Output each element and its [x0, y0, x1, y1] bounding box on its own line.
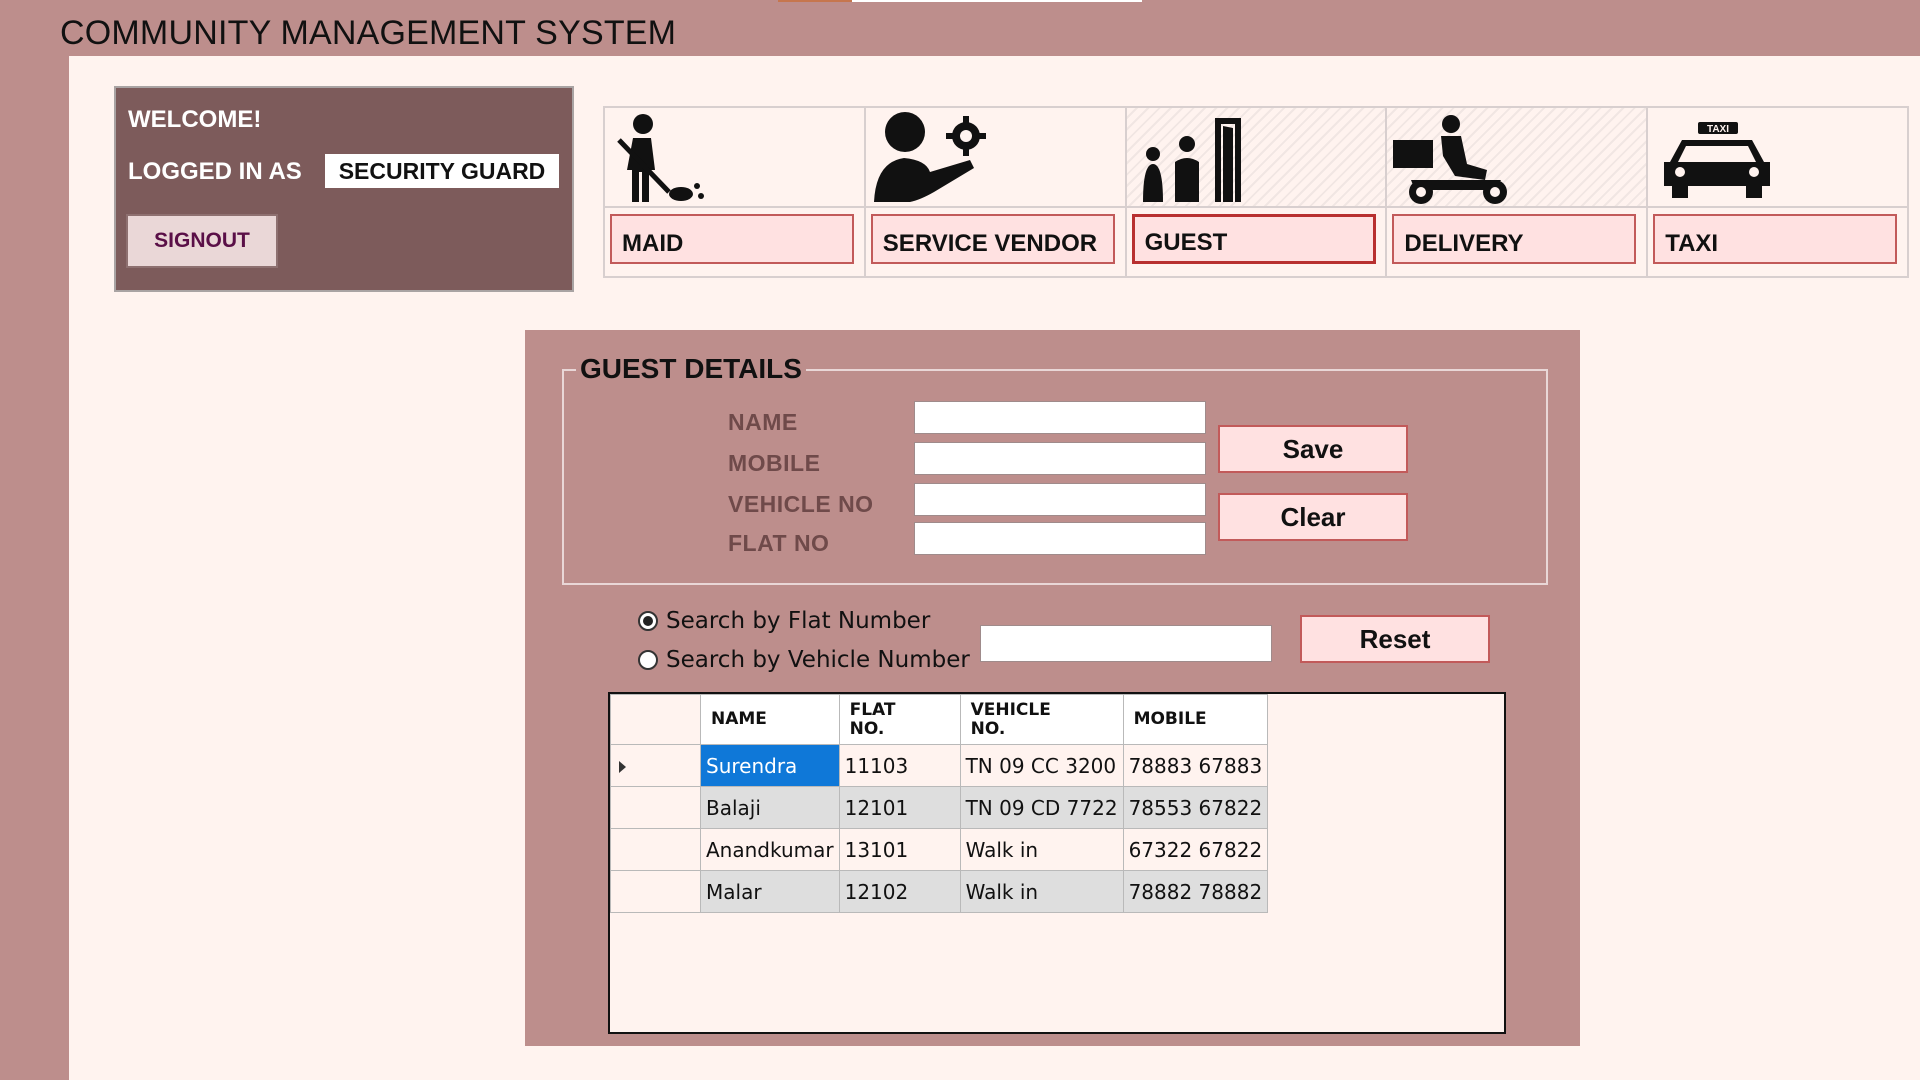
cell-name[interactable]: Surendra: [700, 744, 840, 787]
role-badge: SECURITY GUARD: [325, 154, 559, 188]
top-tab-accent: [778, 0, 852, 2]
category-card-guest: GUEST: [1126, 108, 1388, 276]
col-vehicle-label-1: VEHICLE: [970, 699, 1051, 720]
table-row[interactable]: Surendra 11103 TN 09 CC 3200 78883 67883: [610, 744, 1269, 787]
welcome-panel: WELCOME! LOGGED IN AS SECURITY GUARD SIG…: [114, 86, 574, 292]
app-title: COMMUNITY MANAGEMENT SYSTEM: [60, 14, 677, 52]
cell-mobile[interactable]: 78882 78882: [1122, 870, 1269, 913]
clear-button[interactable]: Clear: [1218, 493, 1408, 541]
signout-button[interactable]: SIGNOUT: [126, 214, 278, 268]
cell-vehicle[interactable]: TN 09 CC 3200: [959, 744, 1124, 787]
row-header[interactable]: [610, 828, 701, 871]
col-header-name[interactable]: NAME: [700, 694, 840, 745]
svg-text:TAXI: TAXI: [1707, 124, 1729, 135]
cell-vehicle[interactable]: TN 09 CD 7722: [959, 786, 1124, 829]
top-tab-highlight: [852, 0, 1142, 2]
table-row[interactable]: Malar 12102 Walk in 78882 78882: [610, 870, 1269, 913]
maid-icon: [617, 114, 704, 202]
cell-name[interactable]: Malar: [700, 870, 840, 913]
name-input[interactable]: [914, 401, 1206, 434]
guest-icon-area: [1126, 108, 1386, 208]
guest-icon: [1142, 118, 1241, 202]
row-header[interactable]: [610, 870, 701, 913]
cell-mobile[interactable]: 67322 67822: [1122, 828, 1269, 871]
current-row-arrow-icon: [619, 760, 626, 773]
table-row[interactable]: Anandkumar 13101 Walk in 67322 67822: [610, 828, 1269, 871]
category-card-delivery: DELIVERY: [1387, 108, 1649, 276]
cell-flat[interactable]: 12101: [838, 786, 961, 829]
delivery-icon-area: [1387, 108, 1647, 208]
col-mobile-label: MOBILE: [1133, 709, 1207, 729]
cell-flat[interactable]: 13101: [838, 828, 961, 871]
title-bar: COMMUNITY MANAGEMENT SYSTEM: [0, 0, 1920, 56]
search-by-vehicle-option[interactable]: Search by Vehicle Number: [638, 647, 970, 673]
col-flat-label-1: FLAT: [849, 699, 896, 720]
search-by-vehicle-radio[interactable]: [638, 650, 658, 670]
col-header-vehicle[interactable]: VEHICLE NO.: [959, 694, 1124, 745]
cell-mobile[interactable]: 78553 67822: [1122, 786, 1269, 829]
category-button-maid[interactable]: MAID: [610, 214, 854, 264]
guest-grid[interactable]: NAME FLAT NO. VEHICLE NO. MOBILE Surendra …: [608, 692, 1506, 1034]
guest-details-group: GUEST DETAILS NAME MOBILE VEHICLE NO FLA…: [562, 353, 1548, 585]
taxi-icon-area: TAXI: [1648, 108, 1907, 208]
cell-name[interactable]: Balaji: [700, 786, 840, 829]
service-vendor-icon-area: [865, 108, 1125, 208]
category-button-guest[interactable]: GUEST: [1131, 214, 1376, 264]
search-by-vehicle-label: Search by Vehicle Number: [666, 647, 970, 673]
cell-flat[interactable]: 12102: [838, 870, 961, 913]
cell-vehicle[interactable]: Walk in: [959, 828, 1124, 871]
cell-flat[interactable]: 11103: [838, 744, 961, 787]
cell-vehicle[interactable]: Walk in: [959, 870, 1124, 913]
delivery-icon: [1393, 115, 1508, 204]
mobile-label: MOBILE: [728, 450, 821, 476]
category-button-taxi[interactable]: TAXI: [1653, 214, 1898, 264]
category-card-service-vendor: SERVICE VENDOR: [865, 108, 1127, 276]
category-card-taxi: TAXI TAXI: [1648, 108, 1907, 276]
col-flat-label-2: NO.: [849, 718, 885, 739]
category-button-service-vendor[interactable]: SERVICE VENDOR: [870, 214, 1115, 264]
row-header[interactable]: [610, 744, 701, 787]
grid-header-row: NAME FLAT NO. VEHICLE NO. MOBILE: [610, 694, 1269, 745]
logged-in-label: LOGGED IN AS: [128, 158, 302, 185]
search-by-flat-option[interactable]: Search by Flat Number: [638, 608, 930, 634]
vehicle-no-label: VEHICLE NO: [728, 491, 874, 517]
category-card-maid: MAID: [605, 108, 866, 276]
mobile-input[interactable]: [914, 442, 1206, 475]
flat-no-label: FLAT NO: [728, 530, 830, 556]
cell-mobile[interactable]: 78883 67883: [1122, 744, 1269, 787]
save-button[interactable]: Save: [1218, 425, 1408, 473]
cell-name[interactable]: Anandkumar: [700, 828, 840, 871]
search-input[interactable]: [980, 625, 1272, 662]
col-header-mobile[interactable]: MOBILE: [1122, 694, 1269, 745]
category-toolbar: MAID SERVICE VENDOR GUEST DELIVERY TAXI …: [603, 106, 1909, 278]
vehicle-no-input[interactable]: [914, 483, 1206, 516]
col-vehicle-label-2: NO.: [970, 718, 1006, 739]
name-label: NAME: [728, 409, 798, 435]
flat-no-input[interactable]: [914, 522, 1206, 555]
taxi-icon: TAXI: [1664, 122, 1771, 198]
category-button-delivery[interactable]: DELIVERY: [1392, 214, 1637, 264]
service-vendor-icon: [873, 112, 986, 202]
search-by-flat-label: Search by Flat Number: [666, 608, 931, 634]
guest-table: NAME FLAT NO. VEHICLE NO. MOBILE Surendra …: [610, 694, 1269, 913]
welcome-greeting: WELCOME!: [128, 106, 262, 133]
search-by-flat-radio[interactable]: [638, 611, 658, 631]
maid-icon-area: [605, 108, 864, 208]
reset-button[interactable]: Reset: [1300, 615, 1490, 663]
guest-panel: GUEST DETAILS NAME MOBILE VEHICLE NO FLA…: [525, 330, 1580, 1046]
grid-corner-header: [610, 694, 701, 745]
table-row[interactable]: Balaji 12101 TN 09 CD 7722 78553 67822: [610, 786, 1269, 829]
row-header[interactable]: [610, 786, 701, 829]
col-name-label: NAME: [711, 709, 767, 729]
col-header-flat[interactable]: FLAT NO.: [838, 694, 961, 745]
guest-details-title: GUEST DETAILS: [576, 353, 806, 385]
